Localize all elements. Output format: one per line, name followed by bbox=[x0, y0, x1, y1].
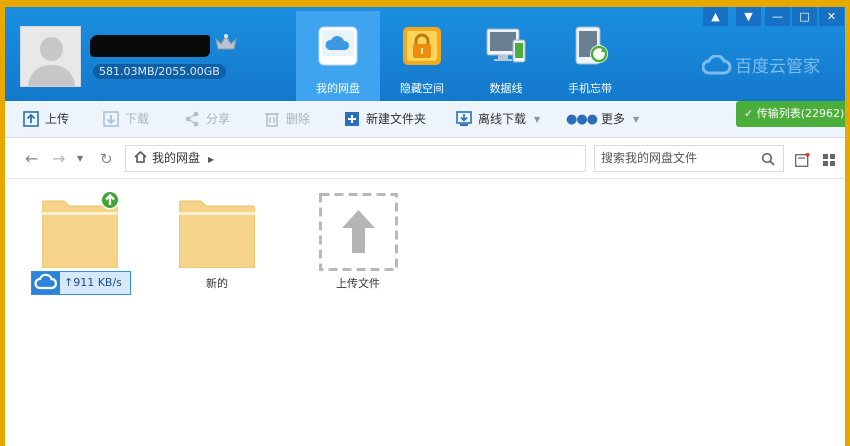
share-button[interactable]: 分享 bbox=[184, 101, 230, 138]
brand-logo: 百度云管家 bbox=[702, 52, 820, 77]
transfer-list-label: 传输列表(22962) bbox=[756, 107, 845, 120]
bell-icon[interactable]: ▲ bbox=[703, 7, 728, 26]
upload-icon bbox=[23, 111, 39, 127]
share-label: 分享 bbox=[206, 112, 231, 126]
search-input[interactable]: 搜索我的网盘文件 bbox=[594, 145, 784, 172]
chevron-down-icon: ▼ bbox=[633, 115, 640, 124]
upload-file-label[interactable]: 上传文件 bbox=[298, 275, 418, 291]
maximize-icon[interactable]: □ bbox=[792, 7, 817, 26]
trash-icon bbox=[265, 113, 279, 127]
forward-arrow-icon[interactable]: → bbox=[52, 139, 65, 179]
delete-label: 删除 bbox=[286, 112, 311, 126]
avatar[interactable] bbox=[20, 26, 81, 87]
more-label: 更多 bbox=[601, 112, 626, 126]
download-label: 下载 bbox=[125, 112, 150, 126]
chevron-down-icon: ▼ bbox=[534, 115, 541, 124]
tab-my-disk[interactable]: 我的网盘 bbox=[296, 11, 380, 101]
tab-label: 我的网盘 bbox=[316, 82, 360, 95]
new-folder-button[interactable]: 新建文件夹 bbox=[344, 101, 426, 138]
download-icon bbox=[103, 111, 119, 127]
breadcrumb-root[interactable]: 我的网盘 bbox=[152, 151, 200, 165]
phone-sync-icon bbox=[575, 26, 608, 65]
close-icon[interactable]: ✕ bbox=[819, 7, 844, 26]
more-button[interactable]: ●●● 更多 ▼ bbox=[566, 101, 639, 138]
download-button[interactable]: 下载 bbox=[103, 101, 149, 138]
new-folder-icon bbox=[345, 112, 359, 126]
storage-quota: 581.03MB/2055.00GB bbox=[93, 64, 226, 79]
offline-download-icon bbox=[456, 111, 472, 126]
header-bar: 581.03MB/2055.00GB 我的网盘 隐藏空间 数据线 手机忘带 百度… bbox=[5, 7, 845, 101]
folder-name[interactable]: 新的 bbox=[157, 275, 277, 291]
upload-badge-icon bbox=[100, 190, 120, 210]
brand-name: 百度云管家 bbox=[735, 57, 820, 77]
devices-icon bbox=[486, 28, 526, 63]
transfer-list-button[interactable]: ✓ 传输列表(22962) bbox=[736, 101, 845, 127]
minimize-icon[interactable]: — bbox=[765, 7, 790, 26]
upload-speed-indicator: ↑911 KB/s bbox=[31, 271, 131, 295]
address-bar: ← → ▼ ↻ 我的网盘 ▶ 搜索我的网盘文件 bbox=[5, 139, 845, 179]
offline-download-label: 离线下载 bbox=[478, 112, 527, 126]
lock-icon bbox=[403, 27, 441, 65]
upload-label: 上传 bbox=[45, 112, 70, 126]
app-window: 581.03MB/2055.00GB 我的网盘 隐藏空间 数据线 手机忘带 百度… bbox=[5, 7, 845, 446]
delete-button[interactable]: 删除 bbox=[264, 101, 310, 138]
toolbar: 上传 下载 分享 删除 新建文件夹 离线下载 ▼ ●●● 更多 ▼ bbox=[5, 101, 845, 138]
tab-label: 数据线 bbox=[489, 82, 523, 95]
username-redacted bbox=[90, 35, 210, 57]
more-dots-icon: ●●● bbox=[566, 112, 598, 127]
upload-file-placeholder[interactable] bbox=[319, 193, 398, 271]
search-placeholder: 搜索我的网盘文件 bbox=[601, 151, 698, 165]
tab-label: 手机忘带 bbox=[568, 82, 612, 95]
home-icon bbox=[134, 151, 147, 163]
back-arrow-icon[interactable]: ← bbox=[25, 139, 38, 179]
upload-speed: ↑911 KB/s bbox=[64, 276, 122, 289]
grid-view-icon bbox=[823, 154, 835, 166]
dropdown-icon[interactable]: ▼ bbox=[736, 7, 761, 26]
history-dropdown-icon[interactable]: ▼ bbox=[77, 139, 83, 179]
tab-phone-backup[interactable]: 手机忘带 bbox=[548, 11, 632, 101]
search-icon[interactable] bbox=[761, 152, 775, 166]
breadcrumb-arrow-icon[interactable]: ▶ bbox=[208, 155, 214, 164]
tab-label: 隐藏空间 bbox=[400, 82, 444, 95]
offline-download-button[interactable]: 离线下载 ▼ bbox=[456, 101, 540, 138]
view-toggle[interactable] bbox=[795, 153, 841, 167]
cloud-sync-icon bbox=[32, 272, 60, 294]
refresh-icon[interactable]: ↻ bbox=[100, 139, 113, 179]
baidu-cloud-logo-icon bbox=[702, 55, 732, 75]
cloud-disk-icon bbox=[318, 26, 358, 66]
upload-button[interactable]: 上传 bbox=[23, 101, 69, 138]
new-folder-label: 新建文件夹 bbox=[366, 112, 427, 126]
folder-icon[interactable] bbox=[179, 198, 255, 268]
tab-hidden-space[interactable]: 隐藏空间 bbox=[380, 11, 464, 101]
list-view-icon bbox=[795, 153, 810, 167]
breadcrumb[interactable]: 我的网盘 ▶ bbox=[125, 145, 586, 172]
tab-data-cable[interactable]: 数据线 bbox=[464, 11, 548, 101]
crown-icon[interactable] bbox=[214, 33, 238, 53]
share-icon bbox=[185, 111, 199, 127]
